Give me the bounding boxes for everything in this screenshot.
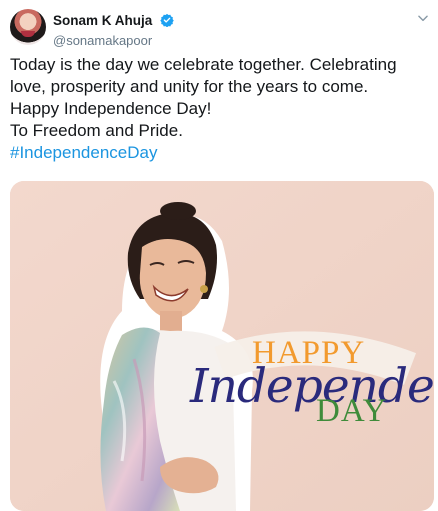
overlay-independence: Independence <box>190 359 434 414</box>
verified-badge-icon <box>160 13 174 27</box>
tweet-header: Sonam K Ahuja @sonamakapoor <box>10 9 430 48</box>
chevron-down-icon[interactable] <box>416 11 430 25</box>
photo-illustration <box>10 181 434 511</box>
tweet-image[interactable]: HAPPY Independence DAY <box>10 181 434 511</box>
display-name[interactable]: Sonam K Ahuja <box>53 13 152 28</box>
overlay-day: DAY <box>316 393 388 429</box>
tweet-text: Today is the day we celebrate together. … <box>10 55 397 140</box>
user-names: Sonam K Ahuja @sonamakapoor <box>53 12 174 48</box>
user-handle[interactable]: @sonamakapoor <box>53 33 174 48</box>
avatar[interactable] <box>10 9 46 45</box>
hashtag-link[interactable]: #IndependenceDay <box>10 142 157 164</box>
